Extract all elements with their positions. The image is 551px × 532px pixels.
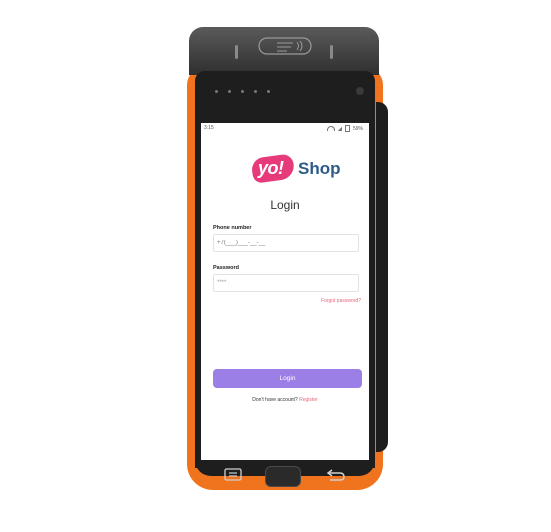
- password-label: Password: [213, 265, 239, 271]
- status-icons: 59%: [326, 125, 363, 132]
- pos-terminal: 3:15 59% yo! Shop Login Phone number Pas…: [187, 27, 388, 490]
- register-link[interactable]: Register: [299, 397, 318, 403]
- login-button[interactable]: Login: [213, 369, 362, 388]
- device-top-bezel: [195, 71, 375, 111]
- phone-input[interactable]: [213, 234, 359, 252]
- status-time: 3:15: [204, 125, 214, 131]
- status-bar: 3:15 59%: [201, 123, 369, 133]
- sensor-dot: [267, 90, 270, 93]
- no-account-text: Don't have account?: [252, 397, 298, 403]
- printer-slot: [330, 45, 333, 59]
- signal-icon: [337, 126, 342, 131]
- front-camera: [356, 87, 364, 95]
- yoshop-logo: yo! Shop: [250, 152, 351, 184]
- home-button[interactable]: [265, 466, 301, 487]
- logo-shop-text: Shop: [298, 159, 341, 178]
- printer-slot: [235, 45, 238, 59]
- app-screen: 3:15 59% yo! Shop Login Phone number Pas…: [201, 123, 369, 460]
- receipt-printer: [189, 27, 379, 75]
- sensor-dot: [241, 90, 244, 93]
- back-icon[interactable]: [326, 468, 346, 482]
- forgot-password-link[interactable]: Forgot password?: [321, 298, 361, 304]
- wifi-icon: [326, 126, 335, 131]
- contactless-icon: [258, 37, 312, 55]
- side-grip: [376, 102, 388, 452]
- menu-icon[interactable]: [224, 468, 242, 481]
- page-title: Login: [270, 198, 300, 212]
- sensor-dot: [228, 90, 231, 93]
- register-prompt: Don't have account? Register: [201, 397, 369, 403]
- sensor-dot: [215, 90, 218, 93]
- nav-bar: [195, 466, 375, 490]
- battery-percent: 59%: [352, 125, 363, 132]
- battery-icon: [344, 125, 350, 132]
- logo-yo-text: yo!: [258, 158, 284, 178]
- sensor-dot: [254, 90, 257, 93]
- phone-label: Phone number: [213, 225, 252, 231]
- password-input[interactable]: ****: [213, 274, 359, 292]
